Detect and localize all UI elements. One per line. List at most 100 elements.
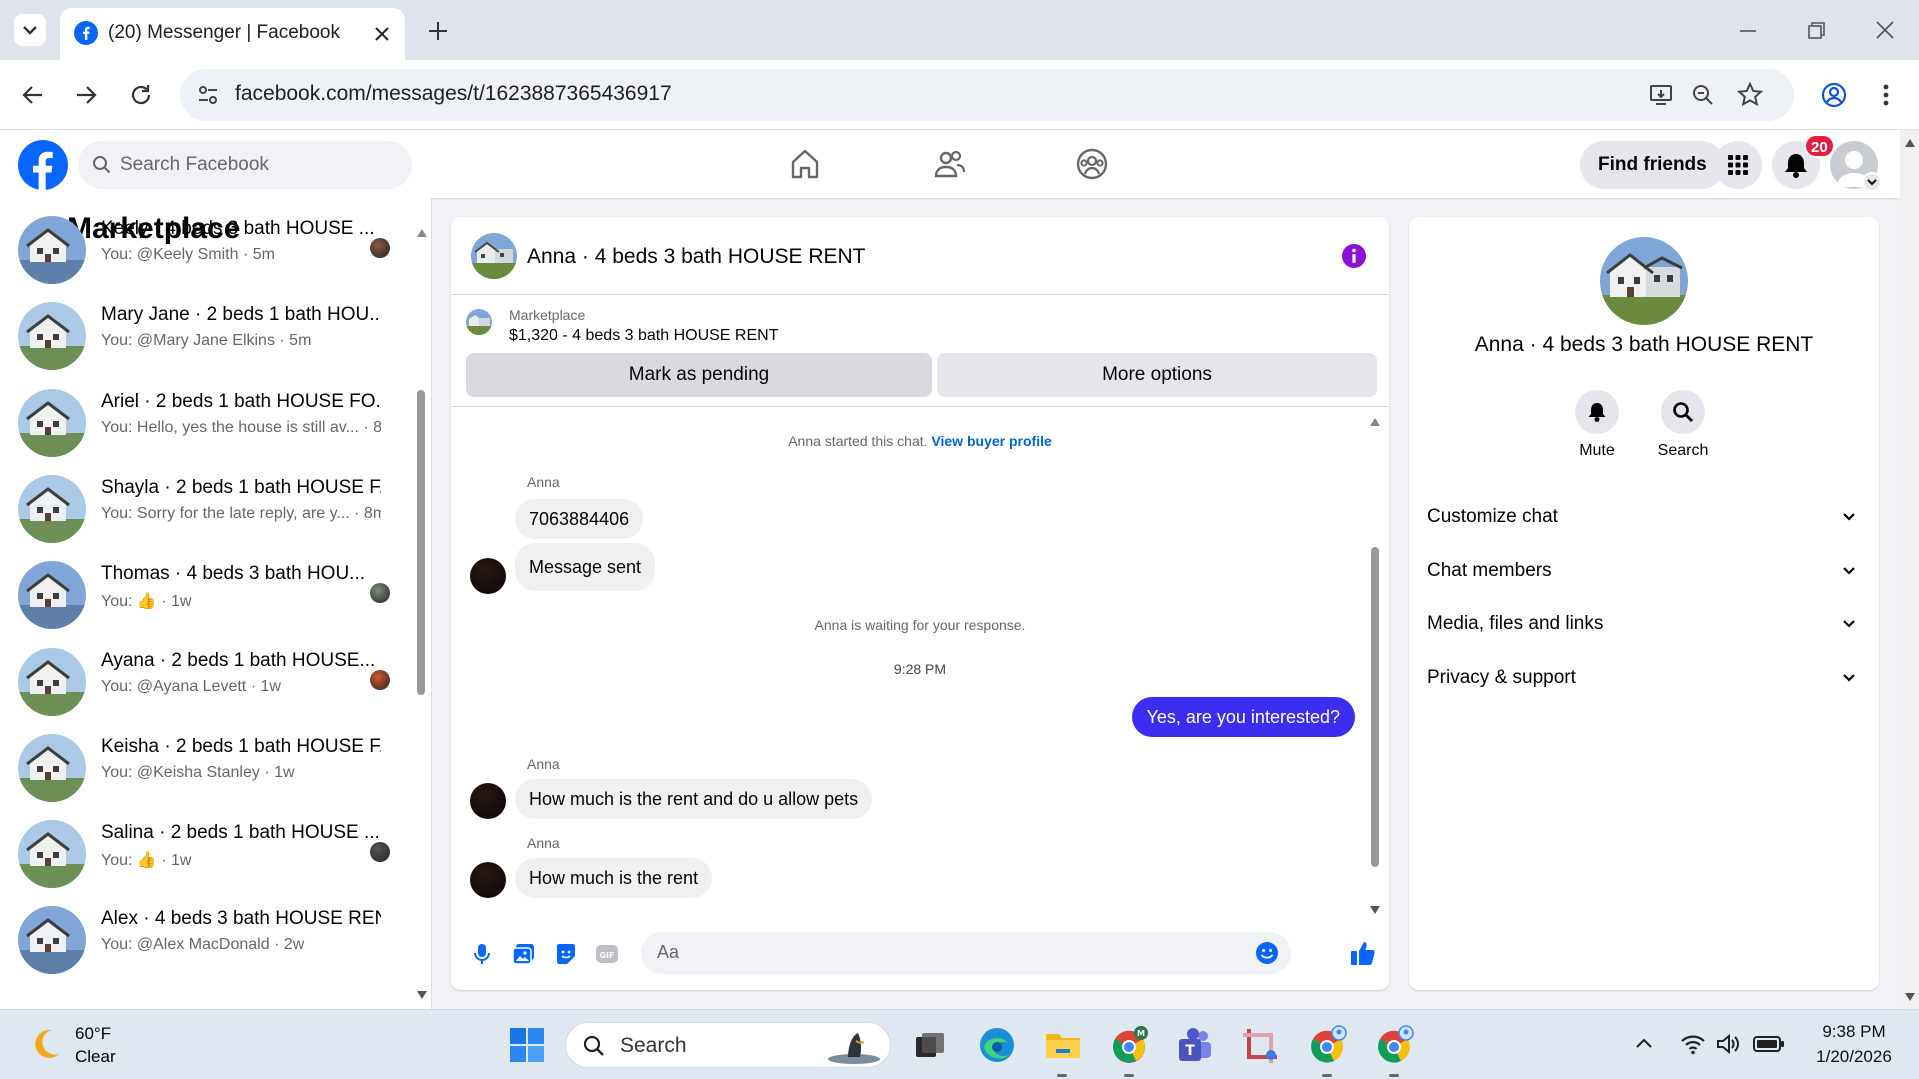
mark-as-pending-button[interactable]: Mark as pending [466, 353, 932, 397]
listing-thumbnail[interactable] [466, 309, 492, 335]
sender-avatar[interactable] [470, 862, 506, 898]
thumbs-up-icon[interactable] [1349, 939, 1377, 967]
profile-avatar[interactable] [1600, 237, 1688, 325]
browser-tab-active[interactable]: (20) Messenger | Facebook [60, 8, 405, 60]
conversation-avatar[interactable] [18, 388, 86, 457]
minimize-icon[interactable] [1737, 20, 1759, 42]
conversation-item[interactable]: Alex · 4 beds 3 bath HOUSE RENT You: @Ale… [0, 898, 400, 984]
listing-title[interactable]: $1,320 - 4 beds 3 bath HOUSE RENT [509, 327, 778, 345]
chat-title[interactable]: Anna · 4 beds 3 bath HOUSE RENT [527, 245, 866, 269]
chat-scrollbar[interactable] [1368, 417, 1382, 917]
mute-circle[interactable] [1575, 390, 1619, 434]
install-app-icon[interactable] [1648, 82, 1674, 108]
reload-icon[interactable] [128, 82, 154, 108]
edge-browser-icon[interactable] [977, 1025, 1017, 1065]
conversation-avatar[interactable] [18, 820, 86, 889]
view-buyer-profile-link[interactable]: View buyer profile [931, 433, 1051, 449]
page-scrollbar[interactable] [1900, 130, 1919, 1009]
mute-button[interactable]: Mute [1552, 390, 1642, 460]
photo-icon[interactable] [512, 942, 536, 966]
wifi-icon[interactable] [1680, 1032, 1706, 1056]
scroll-down-arrow-icon[interactable] [416, 990, 428, 1000]
weather-widget[interactable]: 60°F Clear [25, 1024, 116, 1066]
site-settings-icon[interactable] [196, 83, 220, 107]
more-options-button[interactable]: More options [937, 353, 1377, 397]
chrome-profile-m-icon[interactable]: M [1109, 1025, 1149, 1065]
scroll-up-arrow-icon[interactable] [416, 228, 428, 238]
teams-icon[interactable]: T [1175, 1025, 1215, 1065]
conversation-avatar[interactable] [18, 302, 86, 371]
chevron-up-icon[interactable] [1634, 1034, 1654, 1054]
conversation-item[interactable]: Keely · 4 beds 3 bath HOUSE ... You: @Kee… [0, 208, 400, 294]
sidebar-scrollbar[interactable] [416, 228, 428, 1000]
info-section[interactable]: Privacy & support [1427, 658, 1863, 698]
conversation-avatar[interactable] [18, 733, 86, 802]
address-bar[interactable]: facebook.com/messages/t/1623887365436917 [180, 69, 1794, 121]
file-explorer-icon[interactable] [1043, 1025, 1083, 1065]
incoming-message[interactable]: Message sent [515, 543, 656, 591]
windows-start-icon[interactable] [507, 1025, 547, 1065]
scroll-down-arrow-icon[interactable] [1369, 905, 1381, 915]
info-section[interactable]: Chat members [1427, 551, 1863, 591]
microphone-icon[interactable] [471, 942, 493, 966]
incoming-message[interactable]: 7063884406 [515, 499, 644, 539]
info-section[interactable]: Customize chat [1427, 497, 1863, 537]
forward-icon[interactable] [73, 82, 99, 108]
friends-nav-icon[interactable] [932, 148, 966, 180]
info-icon[interactable] [1341, 243, 1367, 269]
close-tab-icon[interactable] [372, 24, 392, 44]
sticker-icon[interactable] [554, 942, 578, 966]
battery-icon[interactable] [1753, 1034, 1785, 1054]
conversation-avatar[interactable] [18, 906, 86, 975]
sender-avatar[interactable] [470, 783, 506, 819]
conversation-avatar[interactable] [18, 561, 86, 630]
conversation-item[interactable]: Salina · 2 beds 1 bath HOUSE ... You: 👍 ·… [0, 812, 400, 898]
tab-search-button[interactable] [14, 14, 46, 46]
volume-icon[interactable] [1715, 1032, 1741, 1056]
zoom-icon[interactable] [1690, 82, 1716, 108]
info-section[interactable]: Media, files and links [1427, 604, 1863, 644]
conversation-avatar[interactable] [18, 474, 86, 543]
message-input[interactable]: Aa [641, 932, 1291, 974]
account-dropdown[interactable] [1862, 172, 1882, 192]
conversation-item[interactable]: Mary Jane · 2 beds 1 bath HOU... You: @Ma… [0, 294, 400, 380]
close-window-icon[interactable] [1874, 19, 1896, 41]
conversation-avatar[interactable] [18, 216, 86, 284]
emoji-icon[interactable] [1255, 941, 1279, 965]
search-conversation-button[interactable]: Search [1638, 390, 1728, 460]
incoming-message[interactable]: How much is the rent and do u allow pets [515, 779, 873, 819]
taskbar-search[interactable]: Search [565, 1022, 891, 1068]
new-tab-icon[interactable] [425, 18, 451, 44]
chrome-profile-icon[interactable] [1374, 1025, 1414, 1065]
facebook-logo-icon[interactable] [18, 140, 68, 190]
more-menu-icon[interactable] [1876, 82, 1896, 108]
restore-icon[interactable] [1805, 20, 1827, 42]
bookmark-star-icon[interactable] [1736, 81, 1764, 109]
facebook-search-input[interactable]: Search Facebook [78, 141, 412, 189]
conversation-item[interactable]: Ayana · 2 beds 1 bath HOUSE... You: @Ayan… [0, 640, 400, 726]
outgoing-message[interactable]: Yes, are you interested? [1131, 697, 1355, 737]
groups-nav-icon[interactable] [1075, 147, 1109, 181]
conversation-item[interactable]: Thomas · 4 beds 3 bath HOU... You: 👍 · 1w [0, 553, 400, 639]
incoming-message[interactable]: How much is the rent [515, 858, 713, 898]
conversation-item[interactable]: Ariel · 2 beds 1 bath HOUSE FO... You: He… [0, 381, 400, 467]
back-icon[interactable] [20, 82, 46, 108]
home-nav-icon[interactable] [788, 148, 822, 180]
chat-scroll-thumb[interactable] [1371, 547, 1379, 867]
search-circle[interactable] [1661, 390, 1705, 434]
scroll-down-arrow-icon[interactable] [1904, 992, 1916, 1002]
sender-avatar[interactable] [470, 558, 506, 594]
sidebar-scroll-thumb[interactable] [417, 390, 425, 695]
task-view-icon[interactable] [910, 1025, 950, 1065]
scroll-up-arrow-icon[interactable] [1369, 417, 1381, 427]
system-clock[interactable]: 9:38 PM 1/20/2026 [1804, 1022, 1904, 1067]
url-text[interactable]: facebook.com/messages/t/1623887365436917 [235, 82, 672, 106]
profile-icon[interactable] [1820, 81, 1848, 109]
conversation-item[interactable]: Keisha · 2 beds 1 bath HOUSE F... You: @K… [0, 726, 400, 812]
scroll-up-arrow-icon[interactable] [1904, 138, 1916, 148]
conversation-avatar[interactable] [18, 647, 86, 716]
conversation-item[interactable]: Shayla · 2 beds 1 bath HOUSE F... You: So… [0, 467, 400, 553]
gif-icon[interactable]: GIF [595, 942, 619, 966]
find-friends-button[interactable]: Find friends [1580, 141, 1725, 189]
chrome-profile-icon[interactable] [1307, 1025, 1347, 1065]
